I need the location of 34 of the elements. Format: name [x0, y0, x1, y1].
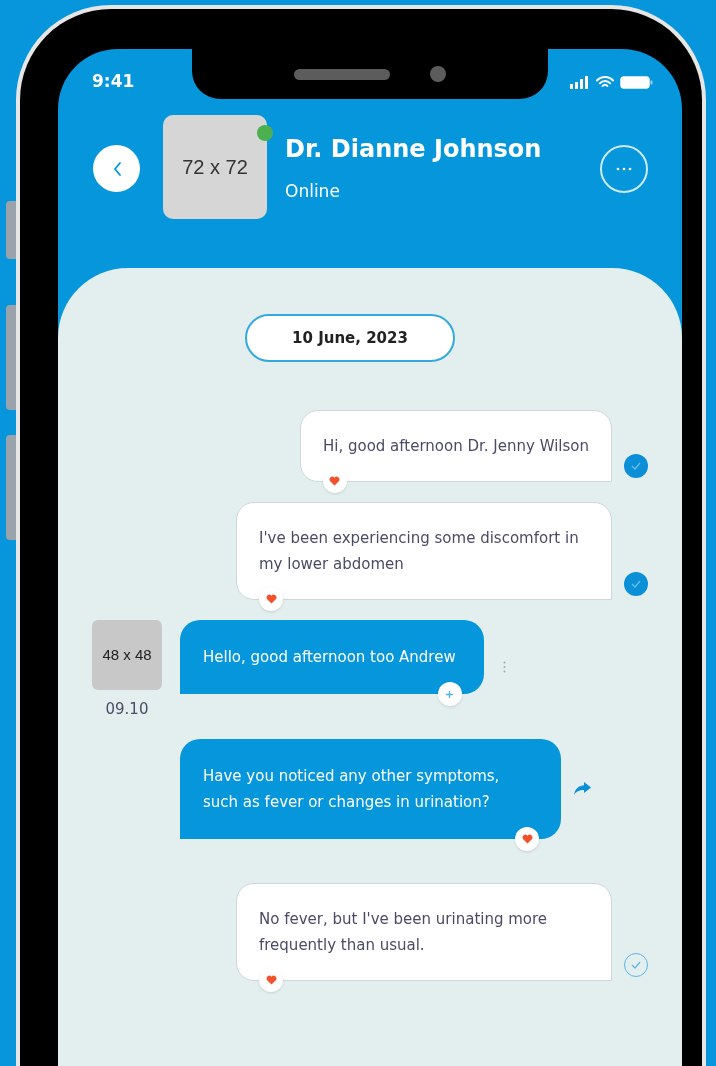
date-pill: 10 June, 2023 [245, 314, 455, 362]
heart-icon [265, 594, 277, 604]
heart-icon [521, 833, 533, 844]
back-button[interactable] [93, 145, 140, 192]
forward-arrow-icon [573, 782, 591, 795]
contact-name: Dr. Dianne Johnson [285, 134, 543, 165]
reaction-button[interactable] [259, 587, 283, 611]
message-text: I've been experiencing some discomfort in my lower abdomen [259, 528, 580, 575]
message-text: Have you noticed any other symptoms, such as fever or changes in urination? [203, 765, 501, 813]
placeholder-label: 72 x 72 [182, 155, 248, 180]
battery-icon [620, 75, 654, 89]
more-icon [616, 167, 632, 171]
contact-status: Online [285, 180, 341, 203]
heart-icon [265, 974, 277, 985]
message-time: 09.10 [104, 699, 150, 720]
placeholder-label: 48 x 48 [102, 644, 152, 665]
message-text: Hello, good afternoon too Andrew [203, 647, 456, 668]
more-button[interactable] [600, 145, 648, 193]
more-options-button[interactable] [501, 660, 508, 674]
message-text: No fever, but I've been urinating more frequently than usual. [259, 908, 549, 956]
wifi-icon [596, 75, 614, 89]
read-receipt-icon [624, 572, 648, 596]
heart-icon [329, 476, 341, 486]
message-text: Hi, good afternoon Dr. Jenny Wilson [322, 436, 589, 457]
plus-icon [445, 689, 455, 699]
reaction-button[interactable] [515, 826, 539, 851]
read-receipt-icon [624, 454, 648, 478]
vertical-dots-icon [503, 661, 507, 673]
reaction-button[interactable] [259, 967, 283, 992]
reaction-button[interactable] [437, 682, 462, 706]
signal-icon [570, 75, 590, 89]
status-time: 9:41 [92, 70, 135, 94]
forward-button[interactable] [573, 781, 591, 796]
reaction-button[interactable] [322, 469, 347, 493]
